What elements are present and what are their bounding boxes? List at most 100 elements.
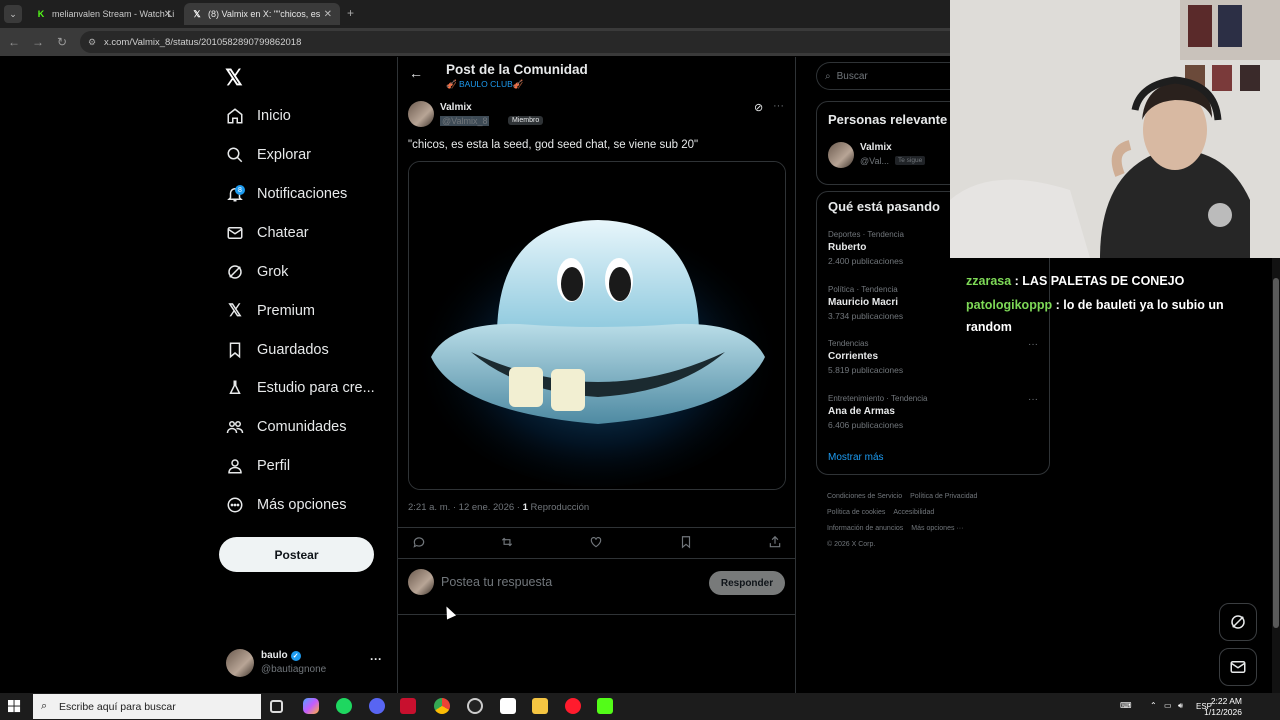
messages-float-button[interactable] (1219, 648, 1257, 686)
nav-item-chatear[interactable]: Chatear (225, 218, 309, 248)
nav-item-comunidades[interactable]: Comunidades (225, 412, 346, 442)
taskbar-search[interactable]: ⌕ Escribe aquí para buscar (33, 694, 261, 719)
person-name[interactable]: Valmix (860, 142, 892, 153)
copilot-icon[interactable] (303, 698, 319, 714)
account-name-row: baulo ✓ (261, 650, 301, 661)
url-field[interactable]: ⚙ x.com/Valmix_8/status/2010582890799862… (80, 31, 950, 53)
forward-icon[interactable]: → (26, 35, 50, 49)
chrome-icon[interactable] (434, 698, 450, 714)
left-sidebar: 𝕏 Inicio Explorar 8 Notificaciones Chate… (210, 57, 390, 693)
repost-icon[interactable] (500, 535, 516, 551)
opera-icon[interactable] (565, 698, 581, 714)
footer-link[interactable]: Más opciones ··· (911, 525, 963, 532)
footer-link[interactable]: Política de cookies (827, 509, 885, 516)
nav-item-inicio[interactable]: Inicio (225, 101, 291, 131)
search-placeholder: Buscar (836, 70, 868, 82)
tweet-author: Valmix @Valmix_8 Miembro ⊘ ··· (408, 100, 788, 131)
scrollbar-thumb[interactable] (1273, 278, 1279, 628)
post-button[interactable]: Postear (219, 537, 374, 572)
more-icon[interactable]: ··· (370, 652, 382, 666)
capcut-icon[interactable] (500, 698, 516, 714)
reply-input[interactable] (441, 575, 691, 589)
grok-icon[interactable]: ⊘ (754, 101, 763, 114)
more-circle-icon (225, 495, 245, 515)
reload-icon[interactable]: ↻ (50, 35, 74, 49)
footer-link[interactable]: Política de Privacidad (910, 493, 977, 500)
footer-link[interactable]: Condiciones de Servicio (827, 493, 902, 500)
nav-item-perfil[interactable]: Perfil (225, 451, 290, 481)
clock[interactable]: 2:22 AM 1/12/2026 (1204, 696, 1242, 718)
nav-label: Premium (257, 303, 316, 319)
copyright: © 2026 X Corp. (827, 541, 876, 548)
avatar[interactable] (828, 142, 854, 168)
site-info-icon[interactable]: ⚙ (88, 37, 96, 48)
avatar (226, 649, 254, 677)
reply-button[interactable]: Responder (709, 571, 785, 595)
more-icon[interactable]: ··· (1028, 394, 1038, 405)
kick-icon[interactable] (597, 698, 613, 714)
browser-tab-kick[interactable]: K melianvalen Stream - Watch Li ✕ (28, 3, 180, 25)
like-icon[interactable] (589, 535, 605, 551)
nav-item-estudio[interactable]: Estudio para cre... (225, 373, 375, 403)
nav-item-mas-opciones[interactable]: Más opciones (225, 490, 346, 520)
app-icon[interactable] (400, 698, 416, 714)
nav-item-grok[interactable]: Grok (225, 257, 288, 287)
show-more-link[interactable]: Mostrar más (828, 452, 884, 463)
nav-item-explorar[interactable]: Explorar (225, 140, 311, 170)
tweet-actions (398, 527, 796, 559)
author-name[interactable]: Valmix (440, 102, 472, 113)
nav-item-guardados[interactable]: Guardados (225, 335, 329, 365)
browser-tab-bar: ⌄ K melianvalen Stream - Watch Li ✕ 𝕏 (8… (0, 0, 950, 28)
trend-item[interactable]: Tendencias Corrientes 5.819 publicacione… (828, 339, 1038, 389)
chevron-up-icon[interactable]: ⌃ (1150, 701, 1157, 710)
nav-label: Chatear (257, 225, 309, 241)
grok-float-button[interactable] (1219, 603, 1257, 641)
close-tab-icon[interactable]: ✕ (324, 9, 332, 20)
network-icon[interactable]: ▭ (1164, 701, 1172, 710)
search-input[interactable]: ⌕ Buscar (816, 62, 956, 90)
spotify-icon[interactable] (336, 698, 352, 714)
webcam-overlay (950, 0, 1280, 258)
task-view-icon[interactable] (270, 700, 283, 713)
back-arrow-icon[interactable]: ← (409, 65, 423, 81)
browser-tab-x[interactable]: 𝕏 (8) Valmix en X: ""chicos, es est ✕ (184, 3, 340, 25)
bookmark-icon[interactable] (679, 535, 695, 551)
nav-item-notificaciones[interactable]: 8 Notificaciones (225, 179, 347, 209)
footer-link[interactable]: Información de anuncios (827, 525, 903, 532)
search-icon (225, 145, 245, 165)
keyboard-icon[interactable]: ⌨ (1120, 701, 1132, 710)
page-scrollbar[interactable] (1272, 258, 1280, 693)
chat-text: LAS PALETAS DE CONEJO (1022, 274, 1185, 288)
tab-list-button[interactable]: ⌄ (4, 5, 22, 23)
nav-item-premium[interactable]: 𝕏 Premium (225, 296, 315, 326)
community-name[interactable]: 🎻 BAULO CLUB🎻 (446, 79, 523, 90)
tweet-time[interactable]: 2:21 a. m. · 12 ene. 2026 · (408, 502, 523, 513)
reply-icon[interactable] (412, 535, 428, 551)
more-icon[interactable]: ··· (773, 100, 784, 112)
person-handle: @Val... (860, 156, 889, 166)
file-explorer-icon[interactable] (532, 698, 548, 714)
tweet-image[interactable] (408, 161, 786, 490)
main-column: ← Post de la Comunidad 🎻 BAULO CLUB🎻 Val… (397, 57, 796, 693)
discord-icon[interactable] (369, 698, 385, 714)
footer-link[interactable]: Accesibilidad (893, 509, 934, 516)
avatar[interactable] (408, 101, 434, 127)
author-handle[interactable]: @Valmix_8 (440, 116, 490, 126)
people-icon (225, 417, 245, 437)
trend-item[interactable]: Entretenimiento · Tendencia Ana de Armas… (828, 394, 1038, 444)
windows-start-icon[interactable] (8, 700, 21, 718)
volume-icon[interactable]: 🔊︎ (1178, 701, 1183, 711)
obs-icon[interactable] (467, 698, 483, 714)
close-tab-icon[interactable]: ✕ (164, 9, 172, 20)
grok-icon (225, 262, 245, 282)
clock-time: 2:22 AM (1210, 696, 1242, 706)
new-tab-button[interactable]: + (347, 6, 354, 20)
account-switcher[interactable]: baulo ✓ @bautiagnone ··· (226, 647, 386, 683)
trend-name: Corrientes (828, 351, 879, 362)
person-icon (225, 456, 245, 476)
chat-username: zzarasa (966, 274, 1012, 288)
back-icon[interactable]: ← (2, 35, 26, 49)
x-logo-icon[interactable]: 𝕏 (225, 65, 243, 91)
more-icon[interactable]: ··· (1028, 339, 1038, 350)
share-icon[interactable] (768, 535, 784, 551)
